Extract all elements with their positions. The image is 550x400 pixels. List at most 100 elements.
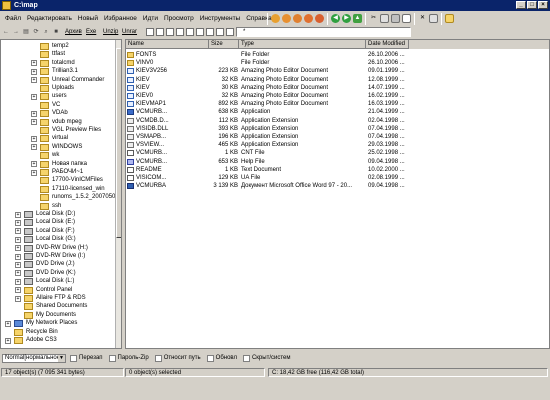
filter-icon[interactable] — [216, 28, 224, 36]
checkbox-overwrite[interactable]: Перезап — [70, 354, 103, 362]
copy-to-icon[interactable] — [402, 14, 411, 23]
file-row[interactable]: VSMAPB... 196 KB Application Extension 07.0… — [126, 133, 549, 141]
invert-selection-icon[interactable] — [206, 28, 214, 36]
home-icon[interactable] — [271, 14, 280, 23]
expand-icon[interactable]: + — [31, 93, 37, 100]
expand-icon[interactable]: + — [5, 337, 11, 344]
thumbnails-view-icon[interactable] — [186, 28, 194, 36]
unzip-button[interactable]: Unzip — [103, 28, 118, 37]
menu-edit[interactable]: Редактировать — [24, 15, 75, 22]
minimize-button[interactable]: _ — [516, 1, 526, 9]
expand-icon[interactable]: + — [15, 270, 21, 277]
file-row[interactable]: VCMDB.D... 112 KB Application Extension 02.… — [126, 117, 549, 125]
expand-icon[interactable]: + — [31, 119, 37, 126]
expand-icon[interactable]: + — [15, 287, 21, 294]
checkbox-update[interactable]: Обновл — [206, 354, 237, 362]
file-row[interactable]: VINV0 File Folder 26.10.2006 ... — [126, 59, 549, 67]
exe-button[interactable]: Ехе — [86, 28, 96, 37]
cut-icon[interactable]: ✂ — [369, 14, 378, 23]
file-row[interactable]: KIEVMAP1 892 KB Amazing Photo Editor Docum… — [126, 100, 549, 108]
column-modified[interactable]: Date Modified — [366, 40, 409, 49]
checkbox-hidden-system[interactable]: Скрыт/систем — [242, 354, 291, 362]
refresh-icon[interactable]: ⟳ — [32, 28, 40, 36]
expand-icon[interactable]: + — [15, 278, 21, 285]
details-view-icon[interactable] — [176, 28, 184, 36]
file-row[interactable]: KIEV 30 KB Amazing Photo Editor Document 14… — [126, 84, 549, 92]
expand-icon[interactable]: + — [31, 135, 37, 142]
paste-icon[interactable] — [391, 14, 400, 23]
favorites-icon[interactable] — [282, 14, 291, 23]
file-row[interactable]: VISIDB.DLL 393 KB Application Extension 07.… — [126, 125, 549, 133]
column-size[interactable]: Size — [209, 40, 239, 49]
list-view-icon[interactable] — [166, 28, 174, 36]
expand-icon[interactable]: + — [15, 211, 21, 218]
expand-icon[interactable]: + — [31, 144, 37, 151]
menu-favorites[interactable]: Избранное — [101, 15, 140, 22]
search-icon[interactable]: ⌕ — [42, 28, 50, 36]
file-row[interactable]: README 1 KB Text Document 10.02.2000 ... — [126, 166, 549, 174]
copy-icon[interactable] — [380, 14, 389, 23]
expand-icon[interactable]: + — [15, 236, 21, 243]
file-row[interactable]: KIEV0 32 KB Amazing Photo Editor Document 1… — [126, 92, 549, 100]
new-folder-icon[interactable] — [445, 14, 454, 23]
filter-input[interactable]: * — [236, 27, 411, 37]
forward-icon[interactable]: ▶ — [342, 14, 351, 23]
expand-icon[interactable]: + — [31, 169, 37, 176]
archive-button[interactable]: Архив — [65, 28, 82, 37]
expand-icon[interactable]: + — [15, 228, 21, 235]
checkbox-zip-password[interactable]: Пароль-Zip — [108, 354, 149, 362]
menu-tools[interactable]: Инструменты — [197, 15, 244, 22]
mode-select[interactable]: Normal[нормальное ▼ — [2, 353, 66, 363]
expand-icon[interactable]: + — [31, 60, 37, 67]
expand-icon[interactable]: + — [15, 245, 21, 252]
file-row[interactable]: VCMURB... 653 KB Help File 09.04.1998 ... — [126, 158, 549, 166]
file-list[interactable]: Name Size Type Date Modified FONTS File F… — [125, 39, 550, 349]
file-row[interactable]: VCMURB... 1 KB CNT File 25.02.1998 ... — [126, 149, 549, 157]
maximize-button[interactable]: □ — [527, 1, 537, 9]
menu-view[interactable]: Просмотр — [161, 15, 197, 22]
nav-back-icon[interactable]: ← — [2, 28, 10, 36]
file-row[interactable]: KIEV 32 KB Amazing Photo Editor Document 12… — [126, 76, 549, 84]
expand-icon[interactable]: + — [15, 219, 21, 226]
mail-icon[interactable] — [315, 14, 324, 23]
file-row[interactable]: VCMURB... 638 KB Application 21.04.1999 ... — [126, 108, 549, 116]
history-icon[interactable] — [293, 14, 302, 23]
expand-icon[interactable]: + — [31, 161, 37, 168]
expand-icon[interactable]: + — [15, 261, 21, 268]
file-size: 112 KB — [218, 117, 238, 124]
menu-new[interactable]: Новый — [75, 15, 101, 22]
file-row[interactable]: VSVIEW... 465 KB Application Extension 29.0… — [126, 141, 549, 149]
small-icons-view-icon[interactable] — [156, 28, 164, 36]
folder-tree[interactable]: temp2 ttfast + totalcmd + Trillian3.1 + Unreal … — [0, 39, 122, 349]
properties-icon[interactable] — [429, 14, 438, 23]
close-button[interactable]: × — [538, 1, 548, 9]
up-folder-icon[interactable]: ▲ — [353, 14, 362, 23]
expand-icon[interactable]: + — [15, 253, 21, 260]
menu-file[interactable]: Файл — [2, 15, 24, 22]
file-row[interactable]: VISICOM... 129 KB UA File 02.08.1999 ... — [126, 174, 549, 182]
tree-toggle-icon[interactable]: ▤ — [22, 28, 30, 36]
back-icon[interactable]: ◀ — [331, 14, 340, 23]
select-all-icon[interactable] — [196, 28, 204, 36]
file-row[interactable]: FONTS File Folder 26.10.2006 ... — [126, 51, 549, 59]
sort-icon[interactable] — [226, 28, 234, 36]
tree-item[interactable]: + Adobe CS3 — [5, 336, 57, 345]
unrar-button[interactable]: Unrar — [122, 28, 137, 37]
nav-forward-icon[interactable]: → — [12, 28, 20, 36]
column-name[interactable]: Name — [126, 40, 209, 49]
large-icons-view-icon[interactable] — [146, 28, 154, 36]
file-row[interactable]: KIEV3V256 223 KB Amazing Photo Editor Docu… — [126, 67, 549, 75]
expand-icon[interactable]: + — [31, 77, 37, 84]
tree-scrollbar[interactable] — [115, 40, 121, 348]
expand-icon[interactable]: + — [31, 110, 37, 117]
column-type[interactable]: Type — [239, 40, 366, 49]
checkbox-relative-path[interactable]: Относит путь — [154, 354, 201, 362]
delete-icon[interactable]: ✕ — [418, 14, 427, 23]
bookmark-icon[interactable] — [304, 14, 313, 23]
stop-icon[interactable]: ■ — [52, 28, 60, 36]
file-row[interactable]: VCMURBA 3 139 KB Документ Microsoft Office… — [126, 182, 549, 190]
expand-icon[interactable]: + — [31, 68, 37, 75]
menu-go[interactable]: Идти — [140, 15, 161, 22]
expand-icon[interactable]: + — [15, 295, 21, 302]
expand-icon[interactable]: + — [5, 320, 11, 327]
